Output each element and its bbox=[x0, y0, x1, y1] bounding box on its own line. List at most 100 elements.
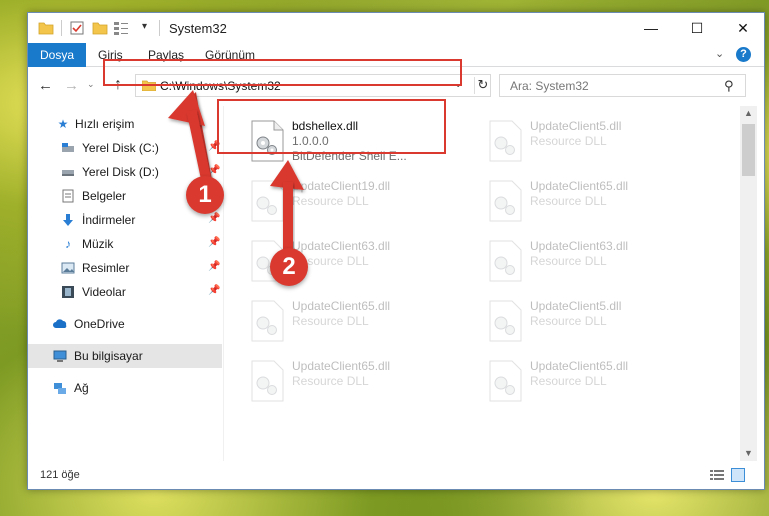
dll-file-icon bbox=[489, 120, 522, 162]
file-description: Resource DLL bbox=[292, 374, 369, 388]
dll-file-icon bbox=[251, 360, 284, 402]
file-description: Resource DLL bbox=[530, 314, 607, 328]
sidebar-item-label: Yerel Disk (C:) bbox=[82, 141, 159, 155]
music-icon: ♪ bbox=[65, 237, 71, 251]
onedrive-icon bbox=[53, 319, 67, 328]
toolbar-separator bbox=[159, 20, 160, 36]
dll-file-icon bbox=[251, 180, 284, 222]
file-name: UpdateClient63.dll bbox=[292, 239, 391, 253]
file-description: Resource DLL bbox=[530, 194, 607, 208]
vertical-scrollbar[interactable]: ▲ ▼ bbox=[740, 106, 757, 461]
sidebar-item-music[interactable]: ♪ Müzik 📌 bbox=[28, 232, 222, 256]
pictures-icon bbox=[61, 262, 75, 274]
sidebar-item-pictures[interactable]: Resimler 📌 bbox=[28, 256, 222, 280]
file-name: UpdateClient65.dll bbox=[530, 179, 629, 193]
file-name: UpdateClient65.dll bbox=[292, 359, 391, 373]
file-tile[interactable]: UpdateClient5.dll Resource DLL bbox=[482, 116, 718, 166]
file-tile[interactable]: UpdateClient5.dll Resource DLL bbox=[482, 296, 718, 346]
search-icon[interactable]: ⚲ bbox=[724, 78, 734, 94]
close-button[interactable]: ✕ bbox=[720, 13, 766, 43]
sidebar-item-label: Ağ bbox=[74, 381, 89, 395]
expand-ribbon-chevron-icon[interactable]: ⌄ bbox=[715, 47, 724, 60]
file-name: UpdateClient65.dll bbox=[530, 359, 629, 373]
drive-icon bbox=[62, 170, 74, 176]
sidebar-item-label: Bu bilgisayar bbox=[74, 349, 143, 363]
properties-icon[interactable] bbox=[69, 20, 85, 36]
computer-icon bbox=[53, 350, 67, 362]
sidebar-item-local-disk-c[interactable]: Yerel Disk (C:) 📌 bbox=[28, 136, 222, 160]
help-icon[interactable]: ? bbox=[736, 47, 751, 62]
large-icons-view-icon[interactable] bbox=[731, 468, 745, 482]
videos-icon bbox=[62, 286, 74, 298]
file-tile[interactable]: UpdateClient65.dll Resource DLL bbox=[244, 296, 480, 346]
dll-file-icon bbox=[489, 360, 522, 402]
recent-locations-chevron-icon[interactable]: ⌄ bbox=[87, 79, 95, 90]
search-box[interactable]: Ara: System32 ⚲ bbox=[499, 74, 746, 97]
file-tile[interactable]: UpdateClient63.dll Resource DLL bbox=[482, 236, 718, 286]
scroll-down-arrow-icon[interactable]: ▼ bbox=[744, 448, 753, 458]
file-tile[interactable]: UpdateClient65.dll Resource DLL bbox=[482, 176, 718, 226]
dll-file-icon bbox=[251, 300, 284, 342]
sidebar-item-videos[interactable]: Videolar 📌 bbox=[28, 280, 222, 304]
pin-icon[interactable]: 📌 bbox=[208, 237, 220, 248]
dll-file-icon bbox=[489, 300, 522, 342]
pin-icon[interactable]: 📌 bbox=[208, 213, 220, 224]
maximize-button[interactable]: ☐ bbox=[674, 13, 720, 43]
title-bar: ▾ System32 — ☐ ✕ bbox=[28, 13, 764, 43]
drive-icon bbox=[62, 143, 74, 152]
downloads-icon bbox=[63, 214, 73, 226]
network-icon bbox=[54, 383, 66, 394]
scroll-up-arrow-icon[interactable]: ▲ bbox=[744, 108, 753, 118]
pin-icon[interactable]: 📌 bbox=[208, 285, 220, 296]
file-description: Resource DLL bbox=[292, 194, 369, 208]
file-name: UpdateClient63.dll bbox=[530, 239, 629, 253]
documents-icon bbox=[62, 189, 74, 203]
customize-toolbar-chevron-icon[interactable]: ▾ bbox=[142, 21, 158, 37]
refresh-button[interactable]: ↻ bbox=[474, 77, 491, 94]
sidebar-item-this-pc[interactable]: Bu bilgisayar bbox=[28, 344, 222, 368]
folder-icon[interactable] bbox=[38, 20, 54, 36]
navigation-pane: ★ Hızlı erişim Yerel Disk (C:) 📌 Yerel D… bbox=[28, 106, 223, 461]
sidebar-item-label: Müzik bbox=[82, 237, 114, 251]
file-description: Resource DLL bbox=[292, 314, 369, 328]
details-view-icon[interactable] bbox=[710, 469, 724, 481]
sidebar-item-downloads[interactable]: İndirmeler 📌 bbox=[28, 208, 222, 232]
sidebar-item-quick-access[interactable]: ★ Hızlı erişim bbox=[28, 112, 222, 136]
file-name: UpdateClient5.dll bbox=[530, 299, 622, 313]
file-description: Resource DLL bbox=[530, 134, 607, 148]
minimize-button[interactable]: — bbox=[628, 13, 674, 43]
sidebar-item-label: Belgeler bbox=[82, 189, 127, 203]
scrollbar-thumb[interactable] bbox=[742, 124, 755, 176]
pin-icon[interactable]: 📌 bbox=[208, 165, 220, 176]
new-folder-icon[interactable] bbox=[92, 20, 108, 36]
sidebar-item-label: Hızlı erişim bbox=[75, 117, 135, 131]
file-description: Resource DLL bbox=[530, 254, 607, 268]
sidebar-item-onedrive[interactable]: OneDrive bbox=[28, 312, 222, 336]
tab-file[interactable]: Dosya bbox=[28, 43, 86, 67]
back-button[interactable]: ← bbox=[38, 77, 53, 94]
file-description: Resource DLL bbox=[530, 374, 607, 388]
file-list: bdshellex.dll 1.0.0.0 BitDefender Shell … bbox=[224, 106, 740, 461]
forward-button[interactable]: → bbox=[64, 77, 79, 94]
dll-file-icon bbox=[489, 180, 522, 222]
sidebar-item-label: Videolar bbox=[82, 285, 126, 299]
sidebar-item-label: İndirmeler bbox=[82, 213, 136, 227]
sidebar-item-label: Resimler bbox=[82, 261, 130, 275]
sidebar-item-label: Yerel Disk (D:) bbox=[82, 165, 159, 179]
step-1-badge: 1 bbox=[186, 176, 224, 214]
file-name: UpdateClient19.dll bbox=[292, 179, 391, 193]
file-tile[interactable]: UpdateClient19.dll Resource DLL bbox=[244, 176, 480, 226]
sidebar-item-label: OneDrive bbox=[74, 317, 125, 331]
toolbar-separator bbox=[61, 20, 62, 36]
pin-icon[interactable]: 📌 bbox=[208, 261, 220, 272]
window-title: System32 bbox=[169, 21, 227, 36]
address-bar-highlight bbox=[103, 59, 462, 86]
file-tile[interactable]: UpdateClient65.dll Resource DLL bbox=[482, 356, 718, 406]
sidebar-item-network[interactable]: Ağ bbox=[28, 376, 222, 400]
file-highlight bbox=[217, 99, 446, 154]
step-2-badge: 2 bbox=[270, 248, 308, 286]
view-icon[interactable] bbox=[113, 20, 129, 36]
status-bar: 121 öğe bbox=[28, 463, 764, 489]
search-input[interactable]: Ara: System32 bbox=[510, 79, 589, 93]
file-tile[interactable]: UpdateClient65.dll Resource DLL bbox=[244, 356, 480, 406]
